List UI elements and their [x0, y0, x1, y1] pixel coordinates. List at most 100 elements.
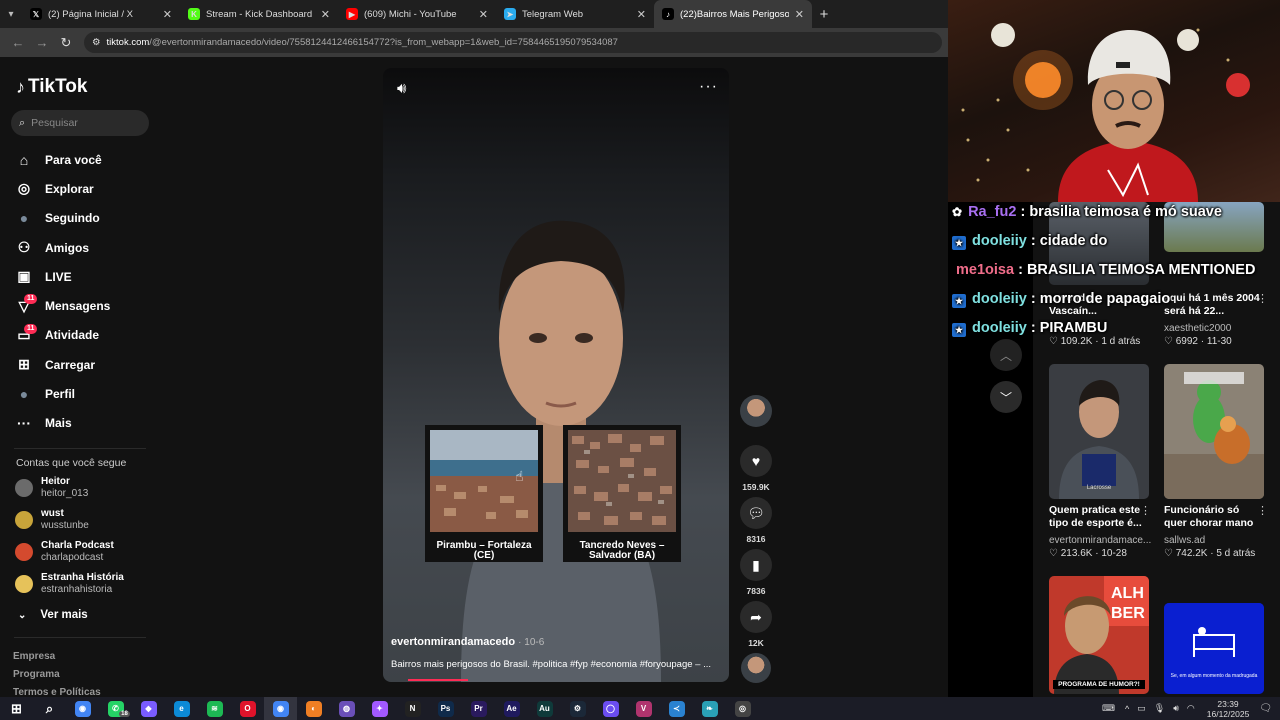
- clock[interactable]: 23:39 16/12/2025: [1207, 699, 1250, 719]
- tray-expand-icon[interactable]: ^: [1125, 704, 1129, 714]
- chat-username[interactable]: me1oisa: [956, 262, 1014, 278]
- sidebar-item-para-voce[interactable]: ⌂ Para você: [12, 145, 152, 174]
- like-button[interactable]: ♥ 159.9K: [738, 445, 774, 492]
- app-leaf-taskbar-button[interactable]: ❧: [693, 697, 726, 720]
- search-taskbar-button[interactable]: ⌕: [33, 697, 66, 720]
- premiere-taskbar-button[interactable]: Pr: [462, 697, 495, 720]
- next-video-button[interactable]: ﹀: [990, 381, 1022, 413]
- browser-tab[interactable]: ➤ Telegram Web ✕: [496, 0, 654, 28]
- video-author[interactable]: evertonmirandamacedo · 10-6: [391, 636, 544, 648]
- close-icon[interactable]: ✕: [795, 8, 804, 21]
- footer-link-termos[interactable]: Termos e Políticas: [13, 687, 101, 696]
- wifi-icon[interactable]: ◠: [1187, 703, 1195, 714]
- copilot-taskbar-button[interactable]: ◆: [132, 697, 165, 720]
- chat-username[interactable]: dooleiiy: [972, 291, 1027, 307]
- browser-tab[interactable]: ▶ (609) Michi - YouTube ✕: [338, 0, 496, 28]
- related-thumb[interactable]: [1164, 364, 1264, 499]
- sidebar-item-atividade[interactable]: ▭ 11 Atividade: [12, 321, 152, 350]
- notion-taskbar-button[interactable]: N: [396, 697, 429, 720]
- related-title[interactable]: aqui há 1 mês 2004 será há 22...: [1164, 292, 1264, 318]
- related-thumb[interactable]: ALH BER PROGRAMA DE HUMOR?!: [1049, 576, 1149, 694]
- chrome-active-taskbar-button[interactable]: ◉: [264, 697, 297, 720]
- obs-taskbar-button[interactable]: ◍: [330, 697, 363, 720]
- app-v-taskbar-button[interactable]: V: [627, 697, 660, 720]
- chrome-taskbar-button[interactable]: ◉: [66, 697, 99, 720]
- following-account[interactable]: Charla Podcast charlapodcast: [15, 540, 114, 564]
- sidebar-item-seguindo[interactable]: ● Seguindo: [12, 204, 152, 233]
- whatsapp-taskbar-button[interactable]: ✆ 18: [99, 697, 132, 720]
- following-account[interactable]: Heitor heitor_013: [15, 476, 88, 500]
- related-user[interactable]: sallws.ad: [1164, 535, 1205, 546]
- network-icon[interactable]: ▭: [1137, 703, 1146, 714]
- audition-taskbar-button[interactable]: Au: [528, 697, 561, 720]
- opera-taskbar-button[interactable]: O: [231, 697, 264, 720]
- recorder-taskbar-button[interactable]: ◎: [726, 697, 759, 720]
- close-icon[interactable]: ✕: [637, 8, 646, 21]
- vscode-taskbar-button[interactable]: ≺: [660, 697, 693, 720]
- search-input[interactable]: ⌕ Pesquisar: [11, 110, 149, 136]
- edge-taskbar-button[interactable]: e: [165, 697, 198, 720]
- volume-icon[interactable]: 🔊︎: [397, 80, 406, 97]
- new-tab-button[interactable]: +: [812, 6, 836, 23]
- windows-start-taskbar-button[interactable]: ⊞: [0, 697, 33, 720]
- more-options-icon[interactable]: ⋮: [1257, 504, 1268, 517]
- chat-username[interactable]: Ra_fu2: [968, 204, 1016, 220]
- related-user[interactable]: xaesthetic2000: [1164, 323, 1231, 334]
- close-icon[interactable]: ✕: [321, 8, 330, 21]
- music-disc-avatar[interactable]: [738, 653, 774, 683]
- following-account[interactable]: Estranha História estranhahistoria: [15, 572, 124, 596]
- notification-icon[interactable]: 🗨︎: [1259, 703, 1272, 714]
- mic-icon[interactable]: 🎙︎: [1154, 703, 1165, 714]
- more-options-icon[interactable]: ···: [699, 78, 718, 96]
- forward-icon[interactable]: →: [30, 35, 54, 50]
- url-bar[interactable]: ⚙ tiktok.com/@evertonmirandamacedo/video…: [84, 32, 942, 53]
- video-description[interactable]: Bairros mais perigosos do Brasil. #polit…: [391, 659, 725, 670]
- sidebar-item-mensagens[interactable]: ▽ 11 Mensagens: [12, 291, 152, 320]
- close-icon[interactable]: ✕: [163, 8, 172, 21]
- author-name[interactable]: evertonmirandamacedo: [391, 636, 515, 648]
- site-info-icon[interactable]: ⚙: [92, 37, 101, 48]
- comment-button[interactable]: 💬︎ 8316: [738, 497, 774, 544]
- browser-tab[interactable]: K Stream - Kick Dashboard ✕: [180, 0, 338, 28]
- sidebar-item-mais[interactable]: ··· Mais: [12, 409, 152, 438]
- previous-video-button[interactable]: ︿: [990, 339, 1022, 371]
- spotify-taskbar-button[interactable]: ≋: [198, 697, 231, 720]
- tab-overview-icon[interactable]: ▾: [0, 4, 22, 24]
- footer-link-empresa[interactable]: Empresa: [13, 651, 55, 662]
- volume-icon[interactable]: 🔊︎: [1173, 703, 1179, 714]
- share-button[interactable]: ➦ 12K: [738, 601, 774, 648]
- sidebar-item-amigos[interactable]: ⚇ Amigos: [12, 233, 152, 262]
- following-account[interactable]: wust wusstunbe: [15, 508, 89, 532]
- more-options-icon[interactable]: ⋮: [1257, 292, 1268, 305]
- sidebar-item-explorar[interactable]: ◎ Explorar: [12, 174, 152, 203]
- related-title[interactable]: Quem pratica este tipo de esporte é...: [1049, 504, 1149, 530]
- more-options-icon[interactable]: ⋮: [1140, 504, 1151, 517]
- app-circle-taskbar-button[interactable]: ◯: [594, 697, 627, 720]
- video-progress-bar[interactable]: [408, 679, 468, 681]
- figma-taskbar-button[interactable]: ✦: [363, 697, 396, 720]
- footer-link-programa[interactable]: Programa: [13, 669, 60, 680]
- related-title[interactable]: Funcionário só quer chorar mano: [1164, 504, 1264, 530]
- sidebar-item-live[interactable]: ▣ LIVE: [12, 262, 152, 291]
- see-more-button[interactable]: ⌄ Ver mais: [18, 609, 88, 621]
- back-icon[interactable]: ←: [6, 35, 30, 50]
- blender-taskbar-button[interactable]: ◐: [297, 697, 330, 720]
- related-user[interactable]: evertonmirandamace...: [1049, 535, 1151, 546]
- photoshop-taskbar-button[interactable]: Ps: [429, 697, 462, 720]
- tiktok-logo[interactable]: ♪ TikTok: [16, 76, 87, 98]
- video-player[interactable]: 🔊︎ ··· Pirambu – Fortaleza (CE) Tancredo…: [383, 68, 729, 682]
- creator-avatar[interactable]: [738, 395, 774, 427]
- sidebar-item-perfil[interactable]: ● Perfil: [12, 379, 152, 408]
- chat-username[interactable]: dooleiiy: [972, 320, 1027, 336]
- reload-icon[interactable]: ↻: [54, 35, 78, 51]
- save-button[interactable]: ▮ 7836: [738, 549, 774, 596]
- sidebar-item-carregar[interactable]: ⊞ Carregar: [12, 350, 152, 379]
- keyboard-icon[interactable]: ⌨: [1102, 703, 1115, 714]
- close-icon[interactable]: ✕: [479, 8, 488, 21]
- steam-taskbar-button[interactable]: ⚙: [561, 697, 594, 720]
- browser-tab[interactable]: 𝕏 (2) Página Inicial / X ✕: [22, 0, 180, 28]
- chat-username[interactable]: dooleiiy: [972, 233, 1027, 249]
- browser-tab[interactable]: ♪ (22)Bairros Mais Perigosos do B ✕: [654, 0, 812, 28]
- related-thumb[interactable]: Lacrosse: [1049, 364, 1149, 499]
- related-thumb[interactable]: Se, em algum momento da madrugada: [1164, 603, 1264, 694]
